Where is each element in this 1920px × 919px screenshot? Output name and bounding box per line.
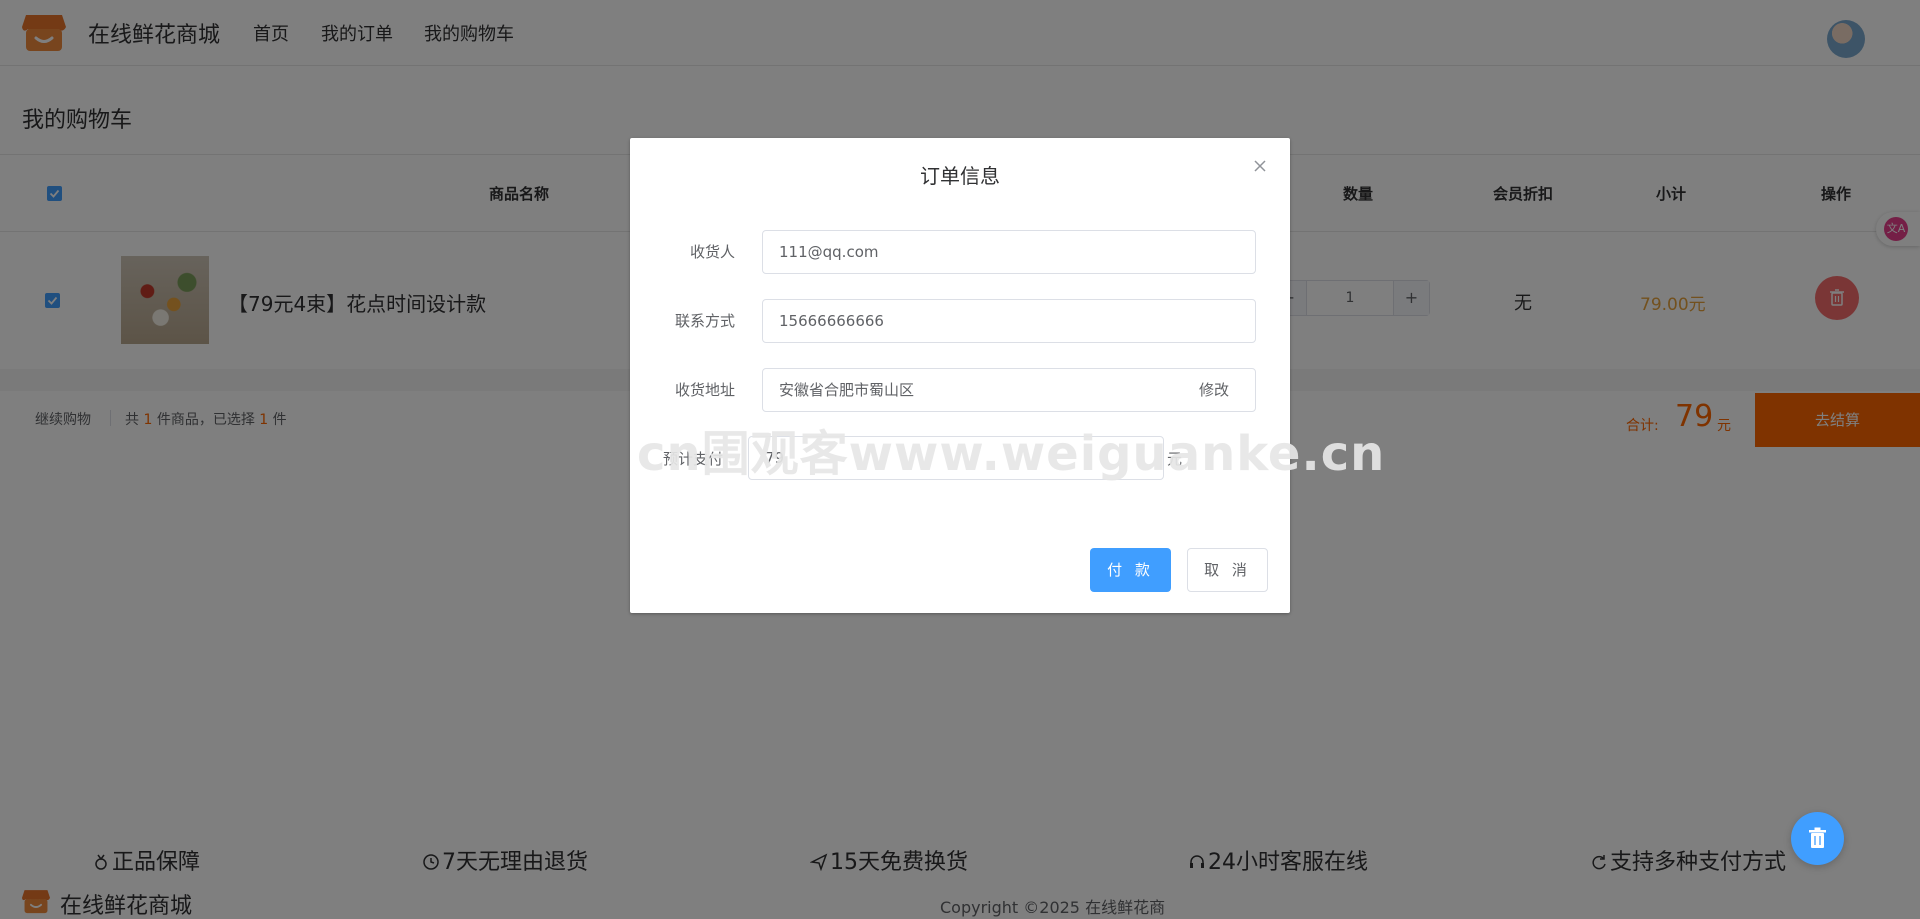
dialog-title: 订单信息 <box>920 164 1000 188</box>
trash-icon <box>1809 827 1826 848</box>
pay-button[interactable]: 付 款 <box>1090 548 1171 592</box>
receiver-label: 收货人 <box>689 243 735 261</box>
cancel-button[interactable]: 取 消 <box>1187 548 1268 592</box>
watermark-text: cn围观客www.weiguanke.cn <box>637 426 1386 482</box>
floating-trash-button[interactable] <box>1791 812 1844 865</box>
receiver-input[interactable]: 111@qq.com <box>762 230 1256 274</box>
phone-input[interactable]: 15666666666 <box>762 299 1256 343</box>
address-input[interactable]: 安徽省合肥市蜀山区 <box>762 368 1256 412</box>
address-label: 收货地址 <box>674 381 735 399</box>
close-icon[interactable] <box>1252 158 1268 174</box>
order-info-dialog: 订单信息 收货人 111@qq.com 联系方式 15666666666 收货地… <box>630 138 1290 613</box>
modify-address-button[interactable]: 修改 <box>1199 379 1229 400</box>
phone-label: 联系方式 <box>674 312 735 330</box>
